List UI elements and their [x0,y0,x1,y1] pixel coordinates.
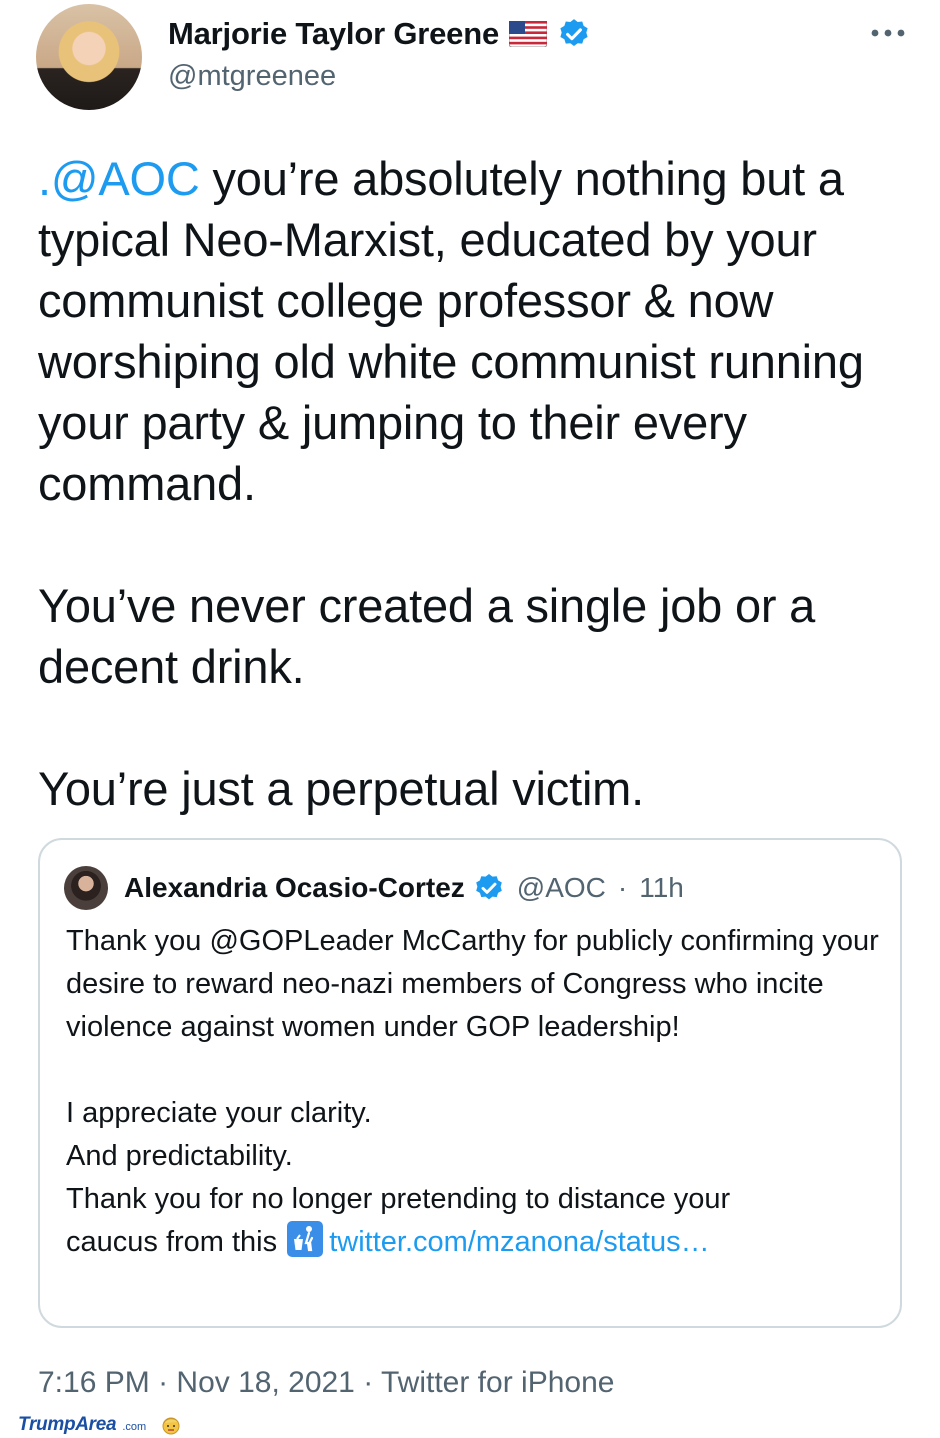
more-options-icon[interactable] [870,26,906,40]
quoted-tweet-card[interactable]: Alexandria Ocasio-Cortez @AOC · 11h Than… [38,838,902,1328]
footer-separator-1: · [149,1366,177,1399]
tweet-source[interactable]: Twitter for iPhone [381,1366,614,1399]
quote-line-2: And predictability. [66,1140,293,1172]
tweet-date[interactable]: Nov 18, 2021 [176,1366,354,1399]
trump-face-icon [162,1417,180,1435]
quote-line-1: I appreciate your clarity. [66,1097,372,1129]
quote-line-3: Thank you for no longer pretending to di… [66,1183,731,1215]
quote-line-4: caucus from this [66,1226,278,1258]
watermark-suffix: .com [122,1421,147,1433]
tweet-header: Marjorie Taylor Greene @mtgreenee [36,4,906,114]
tweet-time[interactable]: 7:16 PM [38,1366,150,1399]
watermark: TrumpArea .com [18,1414,182,1436]
quote-author-avatar[interactable] [64,866,108,910]
quote-timestamp[interactable]: 11h [639,872,684,904]
tweet-footer: 7:16 PM · Nov 18, 2021 · Twitter for iPh… [38,1366,614,1400]
quote-text-main: Thank you @GOPLeader McCarthy for public… [66,925,887,1043]
verified-badge-icon [560,19,588,47]
author-name[interactable]: Marjorie Taylor Greene [168,16,499,52]
footer-separator-2: · [354,1366,381,1399]
watermark-brand: TrumpArea [18,1414,117,1435]
author-avatar[interactable] [36,4,142,110]
tweet-text-part2: You’ve never created a single job or a d… [38,579,828,693]
verified-badge-icon [475,874,502,900]
quote-link[interactable]: twitter.com/mzanona/status… [329,1226,709,1258]
tweet-text-part1: you’re absolutely nothing but a typical … [38,152,877,510]
quote-author-handle[interactable]: @AOC [517,872,606,904]
quote-separator: · [617,872,628,903]
author-name-row: Marjorie Taylor Greene [168,16,591,52]
tweet-text-part3: You’re just a perpetual victim. [38,762,644,815]
author-handle[interactable]: @mtgreenee [168,60,336,93]
tweet-body: .@AOC you’re absolutely nothing but a ty… [38,148,918,819]
quote-author-name[interactable]: Alexandria Ocasio-Cortez [124,872,465,904]
quote-header: Alexandria Ocasio-Cortez @AOC · 11h [64,866,684,910]
us-flag-icon [508,21,547,47]
mention-link[interactable]: .@AOC [38,152,200,205]
quote-body: Thank you @GOPLeader McCarthy for public… [66,920,896,1264]
put-litter-in-bin-icon [287,1221,324,1257]
